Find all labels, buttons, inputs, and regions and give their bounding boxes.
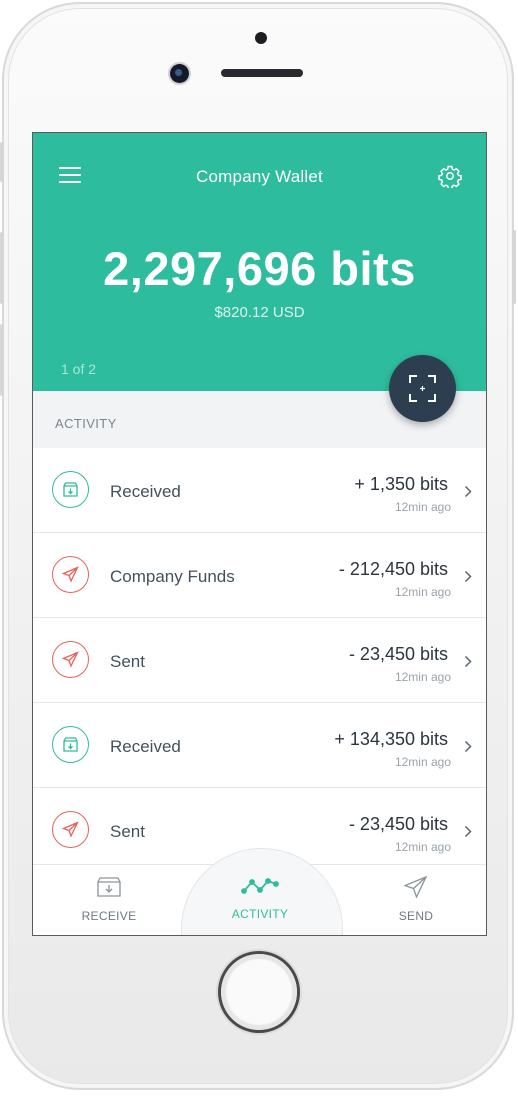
activity-label: Company Funds	[110, 567, 235, 586]
volume-down-button	[0, 324, 4, 396]
front-camera	[170, 64, 189, 83]
activity-label: Received	[110, 482, 181, 501]
wallet-pager: 1 of 2	[61, 361, 97, 377]
receive-icon	[52, 726, 89, 763]
activity-time: 12min ago	[394, 585, 451, 599]
home-button[interactable]	[221, 954, 297, 1030]
scan-icon	[409, 375, 436, 402]
activity-icon	[241, 878, 279, 894]
activity-amount: - 212,450 bits	[338, 559, 448, 579]
receive-icon	[97, 877, 121, 897]
chevron-right-icon	[464, 655, 472, 668]
activity-amount: - 23,450 bits	[348, 814, 448, 834]
tab-label: SEND	[398, 909, 434, 923]
gear-icon[interactable]	[438, 164, 462, 190]
activity-amount: + 1,350 bits	[354, 474, 448, 494]
earpiece-speaker	[221, 69, 303, 77]
activity-row[interactable]: Received + 134,350 bits 12min ago	[33, 703, 486, 788]
activity-row[interactable]: Received + 1,350 bits 12min ago	[33, 448, 486, 533]
balance-usd: $820.12 USD	[214, 304, 305, 321]
activity-time: 12min ago	[394, 755, 451, 769]
activity-label: Received	[110, 737, 181, 756]
tab-activity[interactable]: ACTIVITY	[200, 876, 320, 921]
send-icon	[403, 875, 428, 899]
activity-time: 12min ago	[394, 840, 451, 854]
page-title: Company Wallet	[196, 167, 323, 186]
activity-row[interactable]: Sent - 23,450 bits 12min ago	[33, 618, 486, 703]
chevron-right-icon	[464, 825, 472, 838]
tab-label: RECEIVE	[81, 909, 137, 923]
activity-amount: - 23,450 bits	[348, 644, 448, 664]
chevron-right-icon	[464, 740, 472, 753]
balance-amount: 2,297,696 bits	[103, 242, 416, 295]
activity-time: 12min ago	[394, 500, 451, 514]
send-icon	[52, 641, 89, 678]
activity-label: Sent	[110, 652, 145, 671]
volume-up-button	[0, 232, 4, 304]
activity-list: Received + 1,350 bits 12min ago Company …	[33, 448, 486, 873]
tab-send[interactable]: SEND	[356, 875, 476, 923]
scan-button[interactable]	[389, 355, 456, 422]
chevron-right-icon	[464, 485, 472, 498]
receive-icon	[52, 471, 89, 508]
activity-time: 12min ago	[394, 670, 451, 684]
chevron-right-icon	[464, 570, 472, 583]
tab-label: ACTIVITY	[231, 907, 289, 921]
proximity-sensor	[255, 32, 267, 44]
tab-receive[interactable]: RECEIVE	[49, 876, 169, 923]
activity-row[interactable]: Company Funds - 212,450 bits 12min ago	[33, 533, 486, 618]
activity-label: Sent	[110, 822, 145, 841]
send-icon	[52, 811, 89, 848]
activity-amount: + 134,350 bits	[334, 729, 448, 749]
screen: Company Wallet 2,297,696 bits $820.12 US…	[33, 133, 486, 935]
send-icon	[52, 556, 89, 593]
power-button	[512, 230, 516, 304]
mute-switch	[0, 142, 4, 182]
wallet-header: Company Wallet 2,297,696 bits $820.12 US…	[33, 133, 486, 391]
section-label: ACTIVITY	[55, 416, 117, 431]
